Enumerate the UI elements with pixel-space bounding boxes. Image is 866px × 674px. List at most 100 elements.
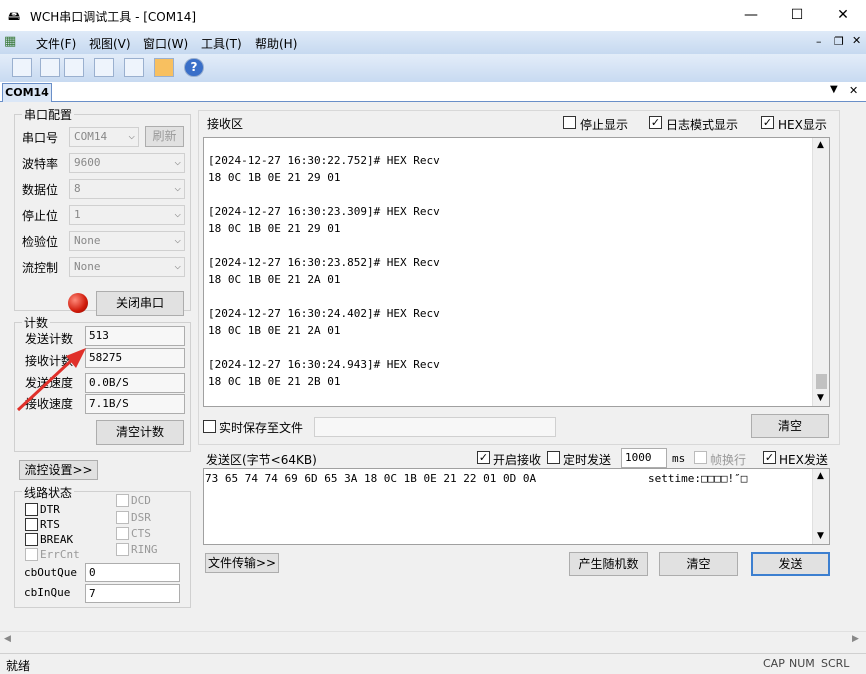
send-title: 发送区(字节<64KB) — [206, 453, 317, 467]
scroll-up-icon[interactable]: ▲ — [817, 471, 824, 481]
scroll-up-icon[interactable]: ▲ — [817, 140, 824, 150]
enable-recv-checkbox[interactable]: ✓ — [477, 451, 490, 464]
tab-close-icon[interactable]: ✕ — [849, 84, 858, 97]
receive-line: [2024-12-27 16:30:23.309]# HEX Recv — [208, 205, 440, 218]
flow-label: 流控制 — [22, 261, 59, 275]
recv-speed-value: 7.1B/S — [85, 394, 185, 414]
databits-select[interactable]: 8 ⌵ — [69, 179, 185, 199]
receive-scrollbar[interactable]: ▲ ▼ — [812, 138, 829, 406]
tab-dropdown-icon[interactable]: ▼ — [830, 84, 838, 95]
menu-tools[interactable]: 工具(T) — [201, 35, 242, 52]
chevron-down-icon: ⌵ — [174, 207, 181, 220]
ring-label: RING — [131, 543, 158, 556]
file-transfer-button[interactable]: 文件传输>> — [205, 553, 279, 573]
cts-checkbox — [116, 527, 129, 540]
receive-line: 18 0C 1B 0E 21 2A 01 — [208, 273, 341, 286]
log-mode-checkbox[interactable]: ✓ — [649, 116, 662, 129]
databits-label: 数据位 — [22, 183, 59, 197]
receive-line: [2024-12-27 16:30:22.752]# HEX Recv — [208, 154, 440, 167]
baud-label: 波特率 — [22, 157, 59, 171]
send-clear-button[interactable]: 清空 — [659, 552, 738, 576]
scroll-left-icon[interactable]: ◀ — [4, 634, 11, 644]
close-button[interactable]: ✕ — [820, 0, 866, 31]
menu-window[interactable]: 窗口(W) — [143, 35, 188, 52]
status-ready: 就绪 — [6, 659, 31, 673]
scroll-down-icon[interactable]: ▼ — [817, 393, 824, 403]
hex-display-checkbox[interactable]: ✓ — [761, 116, 774, 129]
send-textarea[interactable]: 73 65 74 74 69 6D 65 3A 18 0C 1B 0E 21 2… — [203, 468, 830, 545]
send-ascii-preview: settime:□□□□!″□ — [648, 472, 748, 485]
hex-send-label: HEX发送 — [779, 453, 828, 467]
receive-clear-button[interactable]: 清空 — [751, 414, 829, 438]
save-path-field[interactable] — [314, 417, 556, 437]
mdi-minimize-icon[interactable]: – — [816, 35, 822, 48]
cts-label: CTS — [131, 527, 151, 540]
port-select[interactable]: COM14 ⌵ — [69, 127, 139, 147]
dtr-checkbox[interactable] — [25, 503, 38, 516]
app-icon: 🖴 — [8, 9, 21, 23]
receive-title: 接收区 — [207, 117, 244, 131]
break-label: BREAK — [40, 533, 74, 546]
flow-select[interactable]: None ⌵ — [69, 257, 185, 277]
scroll-thumb[interactable] — [816, 374, 827, 389]
receive-content: [2024-12-27 16:30:22.752]# HEX Recv 18 0C… — [208, 152, 440, 390]
annotation-arrow-icon — [16, 348, 86, 412]
send-button[interactable]: 发送 — [751, 552, 830, 576]
stop-display-checkbox[interactable] — [563, 116, 576, 129]
upload-icon[interactable] — [154, 58, 174, 77]
receive-line: [2024-12-27 16:30:24.943]# HEX Recv — [208, 358, 440, 371]
title-bar: 🖴 WCH串口调试工具 - [COM14] — ☐ ✕ — [0, 0, 866, 31]
timed-send-label: 定时发送 — [563, 453, 612, 467]
parity-select[interactable]: None ⌵ — [69, 231, 185, 251]
dtr-label: DTR — [40, 503, 60, 516]
random-button[interactable]: 产生随机数 — [569, 552, 648, 576]
menu-help[interactable]: 帮助(H) — [255, 35, 297, 52]
mdi-restore-icon[interactable]: ❐ — [834, 35, 844, 48]
horizontal-scrollbar[interactable]: ◀ ▶ — [0, 631, 866, 648]
new-session-icon[interactable] — [12, 58, 32, 77]
menu-view[interactable]: 视图(V) — [89, 35, 131, 52]
menu-file[interactable]: 文件(F) — [36, 35, 76, 52]
status-scrl: SCRL — [821, 657, 850, 670]
hex-send-checkbox[interactable]: ✓ — [763, 451, 776, 464]
save-realtime-checkbox[interactable] — [203, 420, 216, 433]
receive-line: 18 0C 1B 0E 21 29 01 — [208, 171, 341, 184]
refresh-button[interactable]: 刷新 — [145, 126, 184, 147]
timed-send-checkbox[interactable] — [547, 451, 560, 464]
tab-com14[interactable]: COM14 — [2, 83, 52, 102]
cbinque-value: 7 — [85, 584, 180, 603]
chevron-down-icon: ⌵ — [128, 129, 135, 142]
split-horizontal-icon[interactable] — [40, 58, 60, 77]
receive-textarea[interactable]: [2024-12-27 16:30:22.752]# HEX Recv 18 0C… — [203, 137, 830, 407]
help-icon[interactable]: ? — [184, 58, 204, 77]
scroll-down-icon[interactable]: ▼ — [817, 531, 824, 541]
line-feed-label: 帧换行 — [710, 453, 747, 467]
calculator-icon[interactable] — [94, 58, 114, 77]
dcd-checkbox — [116, 494, 129, 507]
toolbar: ? — [0, 54, 866, 82]
chevron-down-icon: ⌵ — [174, 233, 181, 246]
rts-checkbox[interactable] — [25, 518, 38, 531]
line-feed-checkbox — [694, 451, 707, 464]
clear-count-button[interactable]: 清空计数 — [96, 420, 184, 445]
scroll-right-icon[interactable]: ▶ — [852, 634, 859, 644]
baud-select[interactable]: 9600 ⌵ — [69, 153, 185, 173]
hex-display-label: HEX显示 — [778, 118, 827, 132]
mdi-close-icon[interactable]: ✕ — [852, 34, 861, 47]
split-vertical-icon[interactable] — [64, 58, 84, 77]
network-icon[interactable] — [124, 58, 144, 77]
stopbits-select[interactable]: 1 ⌵ — [69, 205, 185, 225]
menu-bar: ▦ 文件(F) 视图(V) 窗口(W) 工具(T) 帮助(H) – ❐ ✕ — [0, 31, 866, 54]
flow-settings-button[interactable]: 流控设置>> — [19, 460, 98, 480]
maximize-button[interactable]: ☐ — [774, 0, 820, 31]
cboutque-label: cbOutQue — [24, 566, 77, 579]
receive-line — [208, 237, 440, 254]
break-checkbox[interactable] — [25, 533, 38, 546]
send-scrollbar[interactable]: ▲ ▼ — [812, 469, 829, 544]
close-port-button[interactable]: 关闭串口 — [96, 291, 184, 316]
recv-count-value: 58275 — [85, 348, 185, 368]
minimize-button[interactable]: — — [728, 0, 774, 31]
interval-input[interactable]: 1000 — [621, 448, 667, 468]
status-bar: 就绪 CAP NUM SCRL — [0, 653, 866, 673]
dsr-checkbox — [116, 511, 129, 524]
